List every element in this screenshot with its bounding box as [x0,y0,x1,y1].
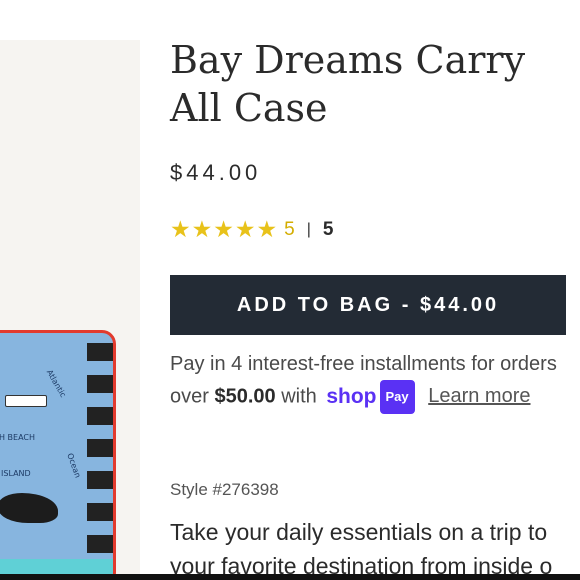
description-line: your favorite destination from inside o [170,553,553,575]
installments-over: over [170,385,209,408]
installments-line-1: Pay in 4 interest-free installments for … [170,348,580,380]
star-icon: ★ [256,217,278,243]
rating-stars: ★ ★ ★ ★ ★ [170,216,278,244]
map-label-atlantic: Atlantic [44,368,68,399]
installments-line-2: over $50.00 with shop Pay Learn more [170,380,580,414]
map-label-island: ISLAND [1,469,31,478]
style-number: Style #276398 [170,480,279,499]
bottom-edge-bar [0,574,580,580]
map-label-ocean: Ocean [65,451,83,480]
case-stripe [87,343,113,361]
add-to-bag-button[interactable]: ADD TO BAG - $44.00 [170,275,566,335]
map-label-beach: H BEACH [0,433,36,442]
star-icon: ★ [170,217,191,243]
rating-value: 5 [284,219,295,240]
case-stripe [87,375,113,393]
installments-with: with [281,385,317,408]
product-description: Take your daily essentials on a trip to … [170,515,580,575]
product-title: Bay Dreams Carry All Case [170,38,526,130]
learn-more-link[interactable]: Learn more [428,385,530,407]
carry-all-case-image: Atlantic Ocean H BEACH ISLAND [0,330,116,580]
star-icon: ★ [213,217,234,243]
rating-separator: | [306,221,311,238]
shop-pay-logo: shop [326,385,377,408]
product-image[interactable]: Atlantic Ocean H BEACH ISLAND [0,40,140,580]
shop-pay-installments: Pay in 4 interest-free installments for … [170,348,580,414]
product-price: $44.00 [170,160,262,185]
description-line: Take your daily essentials on a trip to [170,519,548,545]
star-icon: ★ [191,217,213,243]
case-stripe [87,503,113,521]
installments-text: Pay in 4 interest-free installments for … [170,353,557,375]
star-icon: ★ [234,217,256,243]
case-stripe [87,471,113,489]
installments-threshold: $50.00 [214,385,276,408]
rating-summary[interactable]: ★ ★ ★ ★ ★ 5 | 5 [170,216,333,244]
case-stripe [87,407,113,425]
case-stripe [87,439,113,457]
product-page: Atlantic Ocean H BEACH ISLAND Bay Dreams… [0,0,580,580]
shop-pay-badge: Pay [379,380,415,414]
ship-illustration [5,395,47,407]
case-stripe [87,535,113,553]
review-count[interactable]: 5 [323,219,334,241]
whale-illustration [0,493,58,523]
